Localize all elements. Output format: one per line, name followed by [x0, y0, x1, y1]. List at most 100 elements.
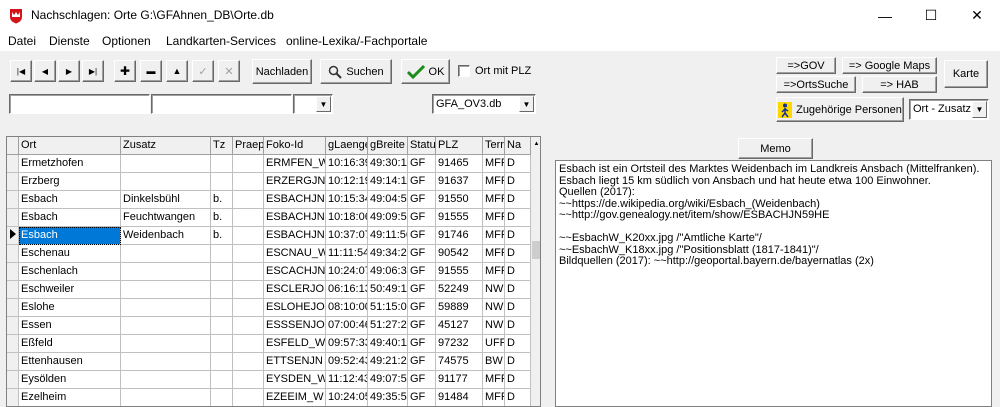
cell-terr[interactable]: MFR: [483, 209, 505, 227]
cell-na[interactable]: D: [505, 227, 531, 245]
cell-foko-id[interactable]: ESSSENJO: [264, 317, 326, 335]
cell-gbreite[interactable]: 49:07:51: [368, 371, 408, 389]
cell-status[interactable]: GF: [408, 263, 436, 281]
col-header-foko-id[interactable]: Foko-Id: [264, 137, 326, 155]
cell-foko-id[interactable]: ESLOHEJO: [264, 299, 326, 317]
gov-button[interactable]: =>GOV: [776, 57, 836, 74]
menu-datei[interactable]: Datei: [8, 34, 36, 48]
cell-terr[interactable]: BW: [483, 353, 505, 371]
cell-zusatz[interactable]: [121, 353, 211, 371]
row-indicator[interactable]: [7, 191, 19, 209]
cell-tz[interactable]: [211, 173, 233, 191]
database-select[interactable]: GFA_OV3.db ▼: [432, 94, 536, 114]
col-header-status[interactable]: Status: [408, 137, 436, 155]
col-header-zusatz[interactable]: Zusatz: [121, 137, 211, 155]
karte-button[interactable]: Karte: [944, 60, 988, 88]
table-row[interactable]: Esbach Dinkelsbühl b. ESBACHJN 10:15:34 49:04…: [7, 191, 540, 209]
row-indicator[interactable]: [7, 209, 19, 227]
cell-glaenge[interactable]: 10:24:07: [326, 263, 368, 281]
cell-tz[interactable]: [211, 335, 233, 353]
cell-plz[interactable]: 90542: [436, 245, 483, 263]
cell-zusatz[interactable]: [121, 389, 211, 406]
ort-mit-plz-checkbox[interactable]: [458, 65, 470, 77]
cell-terr[interactable]: NW: [483, 281, 505, 299]
cell-terr[interactable]: MFR: [483, 173, 505, 191]
cell-tz[interactable]: b.: [211, 209, 233, 227]
cell-glaenge[interactable]: 09:52:43: [326, 353, 368, 371]
cell-zusatz[interactable]: [121, 299, 211, 317]
cell-terr[interactable]: MFR: [483, 155, 505, 173]
close-button[interactable]: ✕: [954, 0, 1000, 31]
cell-foko-id[interactable]: ESBACHJN: [264, 227, 326, 245]
cell-praep[interactable]: [233, 353, 264, 371]
post-button[interactable]: ✓: [192, 60, 214, 82]
cell-terr[interactable]: MFR: [483, 263, 505, 281]
cell-na[interactable]: D: [505, 299, 531, 317]
row-indicator[interactable]: [7, 317, 19, 335]
cell-foko-id[interactable]: ESBACHJN: [264, 191, 326, 209]
cell-ort[interactable]: Eschweiler: [19, 281, 121, 299]
cell-na[interactable]: D: [505, 317, 531, 335]
cell-gbreite[interactable]: 49:30:11: [368, 155, 408, 173]
cell-foko-id[interactable]: ERMFEN_W: [264, 155, 326, 173]
cell-terr[interactable]: UFR: [483, 335, 505, 353]
nav-next-button[interactable]: ▶: [58, 60, 80, 82]
cell-ort[interactable]: Eslohe: [19, 299, 121, 317]
cell-zusatz[interactable]: [121, 371, 211, 389]
orte-grid[interactable]: Ort Zusatz Tz Praep Foko-Id gLaenge gBre…: [6, 136, 541, 407]
cell-tz[interactable]: [211, 353, 233, 371]
table-row[interactable]: Eschenau ESCNAU_W11:11:5449:34:21GF90542M…: [7, 245, 540, 263]
cell-plz[interactable]: 91746: [436, 227, 483, 245]
cell-zusatz[interactable]: [121, 173, 211, 191]
cell-glaenge[interactable]: 07:00:46: [326, 317, 368, 335]
cell-terr[interactable]: MFR: [483, 389, 505, 406]
cell-tz[interactable]: [211, 263, 233, 281]
reload-button[interactable]: Nachladen: [252, 59, 312, 84]
chevron-down-icon[interactable]: ▼: [972, 101, 987, 118]
cell-na[interactable]: D: [505, 263, 531, 281]
google-maps-button[interactable]: => Google Maps: [842, 57, 937, 74]
cell-status[interactable]: GF: [408, 335, 436, 353]
table-row[interactable]: Esbach Feuchtwangen b. ESBACHJN 10:18:06 49:0…: [7, 209, 540, 227]
cell-plz[interactable]: 74575: [436, 353, 483, 371]
cell-foko-id[interactable]: ESCACHJN: [264, 263, 326, 281]
cell-terr[interactable]: MFR: [483, 227, 505, 245]
cell-terr[interactable]: MFR: [483, 245, 505, 263]
col-header-terr[interactable]: Terr: [483, 137, 505, 155]
col-header-tz[interactable]: Tz: [211, 137, 233, 155]
maximize-button[interactable]: ☐: [908, 0, 954, 31]
cell-status[interactable]: GF: [408, 299, 436, 317]
row-indicator[interactable]: [7, 173, 19, 191]
hab-button[interactable]: => HAB: [862, 76, 937, 93]
table-row[interactable]: Eschweiler ESCLERJO 06:16:13 50:49:11 GF 5224…: [7, 281, 540, 299]
cell-foko-id[interactable]: ESCNAU_W: [264, 245, 326, 263]
table-row[interactable]: Eysölden EYSDEN_W11:12:4349:07:51GF91177M…: [7, 371, 540, 389]
cell-ort[interactable]: Eschenlach: [19, 263, 121, 281]
cell-status[interactable]: GF: [408, 209, 436, 227]
cell-praep[interactable]: [233, 299, 264, 317]
cell-plz[interactable]: 91555: [436, 209, 483, 227]
row-indicator[interactable]: [7, 371, 19, 389]
cell-praep[interactable]: [233, 227, 264, 245]
cell-na[interactable]: D: [505, 245, 531, 263]
delete-record-button[interactable]: ▬: [140, 60, 162, 82]
cancel-edit-button[interactable]: ✕: [218, 60, 240, 82]
cell-ort[interactable]: Eschenau: [19, 245, 121, 263]
cell-praep[interactable]: [233, 245, 264, 263]
cell-gbreite[interactable]: 49:34:21: [368, 245, 408, 263]
chevron-down-icon[interactable]: ▼: [316, 96, 331, 112]
cell-ort[interactable]: Eysölden: [19, 371, 121, 389]
cell-plz[interactable]: 91550: [436, 191, 483, 209]
cell-gbreite[interactable]: 49:14:11: [368, 173, 408, 191]
table-row[interactable]: Ettenhausen ETTSENJN09:52:4349:21:21GF745…: [7, 353, 540, 371]
cell-tz[interactable]: b.: [211, 191, 233, 209]
cell-ort[interactable]: Esbach: [19, 227, 121, 245]
row-indicator[interactable]: [7, 263, 19, 281]
cell-foko-id[interactable]: EZEEIM_W: [264, 389, 326, 406]
row-indicator[interactable]: [7, 155, 19, 173]
cell-terr[interactable]: MFR: [483, 371, 505, 389]
cell-foko-id[interactable]: EYSDEN_W: [264, 371, 326, 389]
cell-plz[interactable]: 91637: [436, 173, 483, 191]
cell-status[interactable]: GF: [408, 281, 436, 299]
cell-na[interactable]: D: [505, 155, 531, 173]
